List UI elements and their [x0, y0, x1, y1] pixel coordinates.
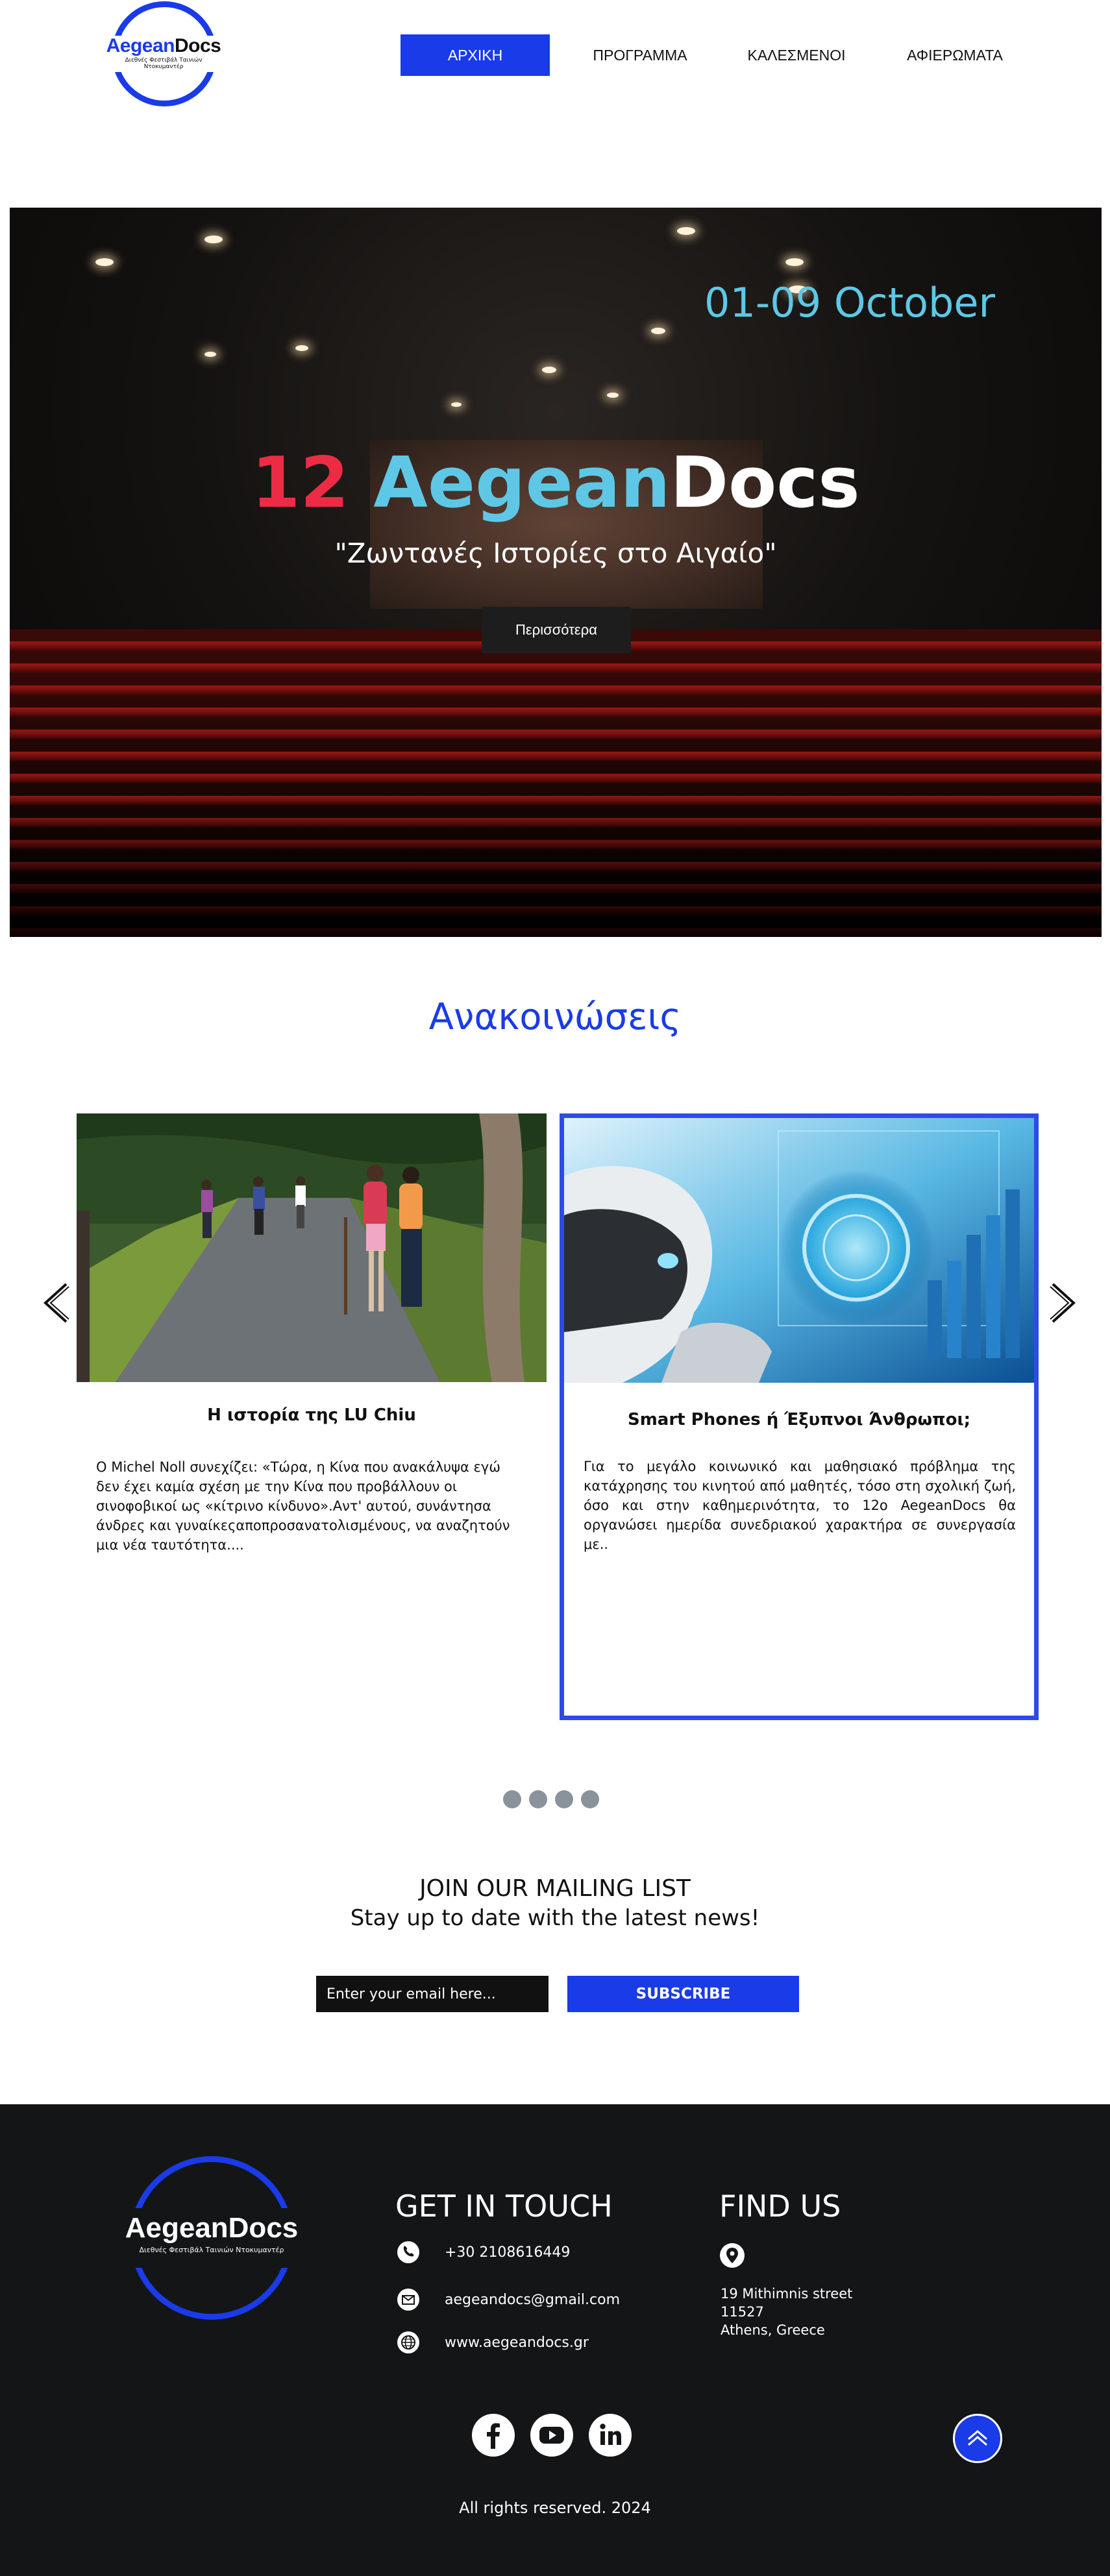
card-image-walkers: [77, 1113, 547, 1382]
slider-pagination: [503, 1790, 607, 1808]
site-logo[interactable]: AegeanDocs Διεθνές Φεστιβάλ Ταινιών Ντοκ…: [105, 0, 222, 110]
card-title[interactable]: Η ιστορία της LU Chiu: [77, 1405, 547, 1425]
contact-phone[interactable]: +30 2108616449: [397, 2241, 570, 2264]
hero-subtitle: "Ζωντανές Ιστορίες στο Αιγαίο": [334, 537, 777, 569]
linkedin-link[interactable]: [589, 2414, 632, 2457]
footer-logo-tagline: Διεθνές Φεστιβάλ Ταινιών Ντοκυμαντέρ: [139, 2246, 284, 2254]
card-excerpt: Για το μεγάλο κοινωνικό και μαθησιακό πρ…: [584, 1459, 1016, 1552]
back-to-top-button[interactable]: [953, 2414, 1002, 2463]
hero-banner: 01-09 October 12 AegeanDocs "Ζωντανές Ισ…: [10, 208, 1102, 937]
chevron-left-icon: [43, 1283, 69, 1323]
logo-name: AegeanDocs: [106, 35, 221, 56]
announcements-title: Ανακοινώσεις: [428, 996, 682, 1038]
announcement-card[interactable]: Η ιστορία της LU Chiu Ο Michel Noll συνε…: [77, 1113, 547, 1720]
slider-next-button[interactable]: [1046, 1280, 1079, 1326]
mailing-subtitle: Stay up to date with the latest news!: [350, 1905, 760, 1931]
facebook-link[interactable]: [472, 2414, 515, 2457]
phone-icon: [397, 2241, 419, 2263]
youtube-link[interactable]: [530, 2414, 573, 2457]
globe-icon: [397, 2331, 419, 2353]
nav-item-program[interactable]: ΠΡΟΓΡΑΜΜΑ: [569, 34, 711, 76]
pagination-dot[interactable]: [503, 1790, 521, 1808]
location-heading: FIND US: [719, 2189, 841, 2224]
location-pin-icon: [720, 2243, 745, 2268]
subscribe-button[interactable]: SUBSCRIBE: [567, 1976, 799, 2012]
contact-heading: GET IN TOUCH: [395, 2189, 613, 2224]
youtube-icon: [539, 2427, 564, 2444]
chevron-up-icon: [968, 2430, 987, 2446]
chevron-right-icon: [1050, 1283, 1076, 1323]
nav-item-tributes[interactable]: ΑΦΙΕΡΩΜΑΤΑ: [894, 34, 1016, 76]
card-excerpt: Ο Michel Noll συνεχίζει: «Τώρα, η Κίνα π…: [96, 1459, 510, 1553]
email-input[interactable]: [316, 1976, 549, 2012]
linkedin-icon: [600, 2424, 621, 2445]
site-footer: AegeanDocs Διεθνές Φεστιβάλ Ταινιών Ντοκ…: [0, 2104, 1110, 2576]
slider-prev-button[interactable]: [40, 1280, 73, 1326]
footer-address: 19 Mithimnis street 11527 Athens, Greece: [721, 2286, 853, 2338]
festival-dates: 01-09 October: [704, 279, 995, 326]
pagination-dot[interactable]: [581, 1790, 599, 1808]
nav-item-guests[interactable]: ΚΑΛΕΣΜΕΝΟΙ: [735, 34, 857, 76]
contact-email[interactable]: aegeandocs@gmail.com: [397, 2288, 620, 2311]
footer-logo[interactable]: AegeanDocs Διεθνές Φεστιβάλ Ταινιών Ντοκ…: [123, 2156, 300, 2320]
pagination-dot[interactable]: [529, 1790, 547, 1808]
card-image-robot: [564, 1118, 1034, 1383]
facebook-icon: [487, 2423, 500, 2449]
announcement-card[interactable]: Smart Phones ή Έξυπνοι Άνθρωποι; Για το …: [560, 1113, 1039, 1720]
nav-item-home[interactable]: ΑΡΧΙΚΗ: [401, 34, 550, 76]
footer-logo-name: AegeanDocs: [125, 2212, 299, 2244]
contact-website[interactable]: www.aegeandocs.gr: [397, 2331, 589, 2354]
pagination-dot[interactable]: [555, 1790, 573, 1808]
main-nav: ΑΡΧΙΚΗ ΠΡΟΓΡΑΜΜΑ ΚΑΛΕΣΜΕΝΟΙ ΑΦΙΕΡΩΜΑΤΑ: [401, 34, 1016, 76]
copyright-text: All rights reserved. 2024: [459, 2499, 651, 2517]
more-button[interactable]: Περισσότερα: [482, 607, 631, 653]
site-header: AegeanDocs Διεθνές Φεστιβάλ Ταινιών Ντοκ…: [0, 0, 1110, 110]
logo-tagline: Διεθνές Φεστιβάλ Ταινιών Ντοκυμαντέρ: [125, 57, 203, 70]
card-title[interactable]: Smart Phones ή Έξυπνοι Άνθρωποι;: [564, 1410, 1034, 1429]
mailing-title: JOIN OUR MAILING LIST: [419, 1875, 691, 1902]
mail-icon: [397, 2289, 419, 2311]
hero-title: 12 AegeanDocs: [251, 443, 860, 524]
